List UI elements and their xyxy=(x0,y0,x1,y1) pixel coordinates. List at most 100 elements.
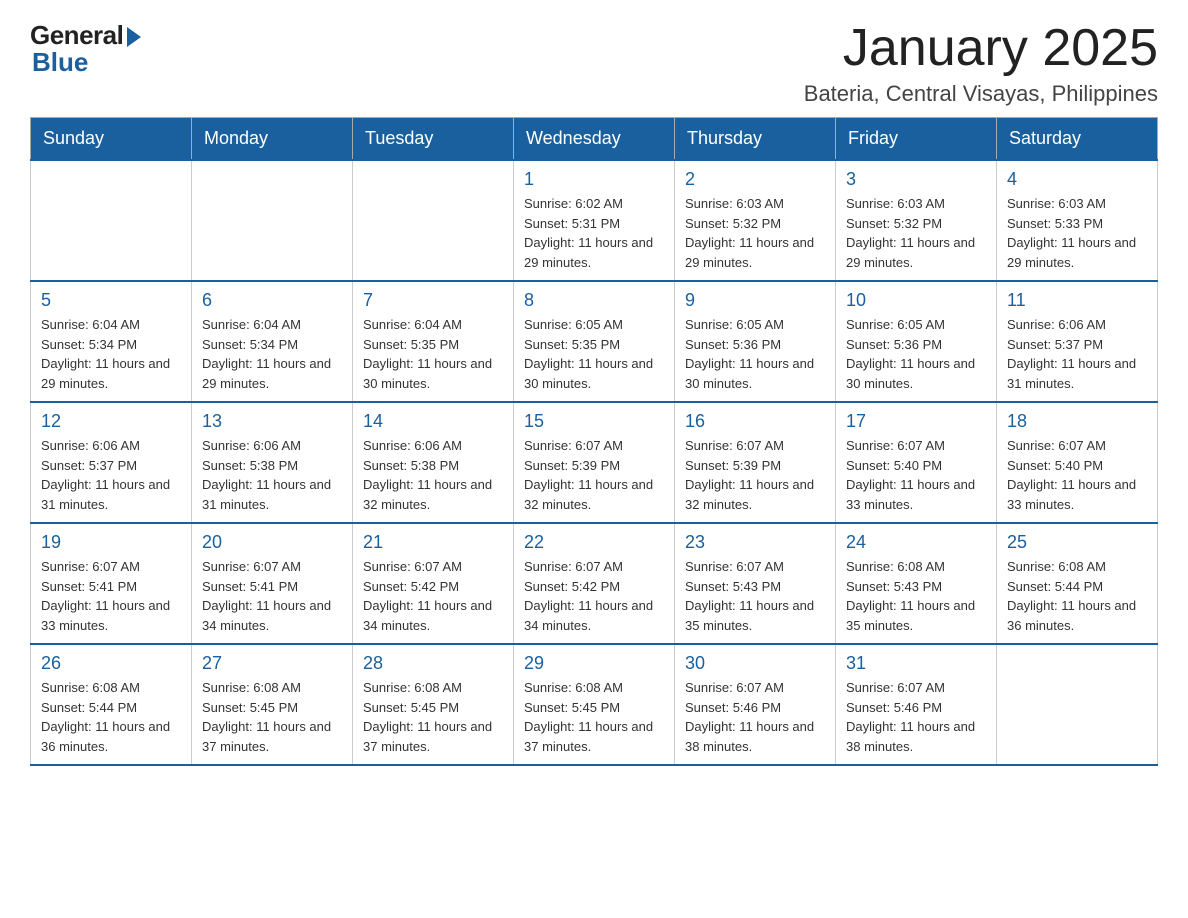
day-info: Sunrise: 6:07 AMSunset: 5:46 PMDaylight:… xyxy=(685,678,825,756)
day-info: Sunrise: 6:03 AMSunset: 5:32 PMDaylight:… xyxy=(846,194,986,272)
day-info: Sunrise: 6:05 AMSunset: 5:35 PMDaylight:… xyxy=(524,315,664,393)
day-number: 8 xyxy=(524,290,664,311)
weekday-header-wednesday: Wednesday xyxy=(514,118,675,161)
calendar-cell: 4 Sunrise: 6:03 AMSunset: 5:33 PMDaylight… xyxy=(997,160,1158,281)
day-info: Sunrise: 6:06 AMSunset: 5:37 PMDaylight:… xyxy=(1007,315,1147,393)
calendar-cell: 3 Sunrise: 6:03 AMSunset: 5:32 PMDaylight… xyxy=(836,160,997,281)
day-info: Sunrise: 6:07 AMSunset: 5:42 PMDaylight:… xyxy=(524,557,664,635)
day-info: Sunrise: 6:07 AMSunset: 5:46 PMDaylight:… xyxy=(846,678,986,756)
calendar-cell xyxy=(192,160,353,281)
day-number: 21 xyxy=(363,532,503,553)
calendar-cell: 22Sunrise: 6:07 AMSunset: 5:42 PMDayligh… xyxy=(514,523,675,644)
day-info: Sunrise: 6:07 AMSunset: 5:39 PMDaylight:… xyxy=(524,436,664,514)
day-info: Sunrise: 6:08 AMSunset: 5:45 PMDaylight:… xyxy=(524,678,664,756)
calendar-week-row: 26Sunrise: 6:08 AMSunset: 5:44 PMDayligh… xyxy=(31,644,1158,765)
day-number: 3 xyxy=(846,169,986,190)
calendar-cell xyxy=(353,160,514,281)
calendar-cell: 13Sunrise: 6:06 AMSunset: 5:38 PMDayligh… xyxy=(192,402,353,523)
day-number: 2 xyxy=(685,169,825,190)
day-number: 24 xyxy=(846,532,986,553)
calendar-cell: 10 Sunrise: 6:05 AMSunset: 5:36 PMDayligh… xyxy=(836,281,997,402)
day-info: Sunrise: 6:07 AMSunset: 5:39 PMDaylight:… xyxy=(685,436,825,514)
day-number: 31 xyxy=(846,653,986,674)
calendar-cell: 6 Sunrise: 6:04 AMSunset: 5:34 PMDaylight… xyxy=(192,281,353,402)
weekday-header-sunday: Sunday xyxy=(31,118,192,161)
day-number: 10 xyxy=(846,290,986,311)
weekday-header-thursday: Thursday xyxy=(675,118,836,161)
calendar-cell: 12 Sunrise: 6:06 AMSunset: 5:37 PMDayligh… xyxy=(31,402,192,523)
day-number: 15 xyxy=(524,411,664,432)
location-title: Bateria, Central Visayas, Philippines xyxy=(804,81,1158,107)
page-header: General Blue January 2025 Bateria, Centr… xyxy=(30,20,1158,107)
calendar-cell: 23Sunrise: 6:07 AMSunset: 5:43 PMDayligh… xyxy=(675,523,836,644)
day-info: Sunrise: 6:06 AMSunset: 5:38 PMDaylight:… xyxy=(363,436,503,514)
day-info: Sunrise: 6:08 AMSunset: 5:45 PMDaylight:… xyxy=(202,678,342,756)
day-number: 11 xyxy=(1007,290,1147,311)
calendar-cell: 2 Sunrise: 6:03 AMSunset: 5:32 PMDaylight… xyxy=(675,160,836,281)
day-number: 1 xyxy=(524,169,664,190)
logo-triangle-icon xyxy=(127,27,141,47)
day-number: 25 xyxy=(1007,532,1147,553)
weekday-header-monday: Monday xyxy=(192,118,353,161)
calendar-cell: 29 Sunrise: 6:08 AMSunset: 5:45 PMDayligh… xyxy=(514,644,675,765)
title-block: January 2025 Bateria, Central Visayas, P… xyxy=(804,20,1158,107)
day-info: Sunrise: 6:07 AMSunset: 5:41 PMDaylight:… xyxy=(41,557,181,635)
logo-blue-text: Blue xyxy=(32,47,88,78)
calendar-week-row: 5 Sunrise: 6:04 AMSunset: 5:34 PMDaylight… xyxy=(31,281,1158,402)
calendar-cell: 20Sunrise: 6:07 AMSunset: 5:41 PMDayligh… xyxy=(192,523,353,644)
calendar-cell: 19 Sunrise: 6:07 AMSunset: 5:41 PMDayligh… xyxy=(31,523,192,644)
calendar-cell: 31 Sunrise: 6:07 AMSunset: 5:46 PMDayligh… xyxy=(836,644,997,765)
calendar-cell: 26Sunrise: 6:08 AMSunset: 5:44 PMDayligh… xyxy=(31,644,192,765)
month-title: January 2025 xyxy=(804,20,1158,77)
day-number: 20 xyxy=(202,532,342,553)
calendar-cell: 5Sunrise: 6:04 AMSunset: 5:34 PMDaylight… xyxy=(31,281,192,402)
day-number: 4 xyxy=(1007,169,1147,190)
day-number: 5 xyxy=(41,290,181,311)
calendar-week-row: 19 Sunrise: 6:07 AMSunset: 5:41 PMDayligh… xyxy=(31,523,1158,644)
calendar-cell: 15 Sunrise: 6:07 AMSunset: 5:39 PMDayligh… xyxy=(514,402,675,523)
calendar-cell: 25 Sunrise: 6:08 AMSunset: 5:44 PMDayligh… xyxy=(997,523,1158,644)
calendar-cell: 1 Sunrise: 6:02 AMSunset: 5:31 PMDaylight… xyxy=(514,160,675,281)
calendar-cell: 7Sunrise: 6:04 AMSunset: 5:35 PMDaylight… xyxy=(353,281,514,402)
day-info: Sunrise: 6:08 AMSunset: 5:43 PMDaylight:… xyxy=(846,557,986,635)
calendar-cell: 30 Sunrise: 6:07 AMSunset: 5:46 PMDayligh… xyxy=(675,644,836,765)
calendar-cell: 18Sunrise: 6:07 AMSunset: 5:40 PMDayligh… xyxy=(997,402,1158,523)
calendar-cell xyxy=(31,160,192,281)
day-info: Sunrise: 6:08 AMSunset: 5:44 PMDaylight:… xyxy=(1007,557,1147,635)
day-number: 29 xyxy=(524,653,664,674)
calendar-cell: 24 Sunrise: 6:08 AMSunset: 5:43 PMDayligh… xyxy=(836,523,997,644)
day-number: 28 xyxy=(363,653,503,674)
day-number: 6 xyxy=(202,290,342,311)
day-info: Sunrise: 6:05 AMSunset: 5:36 PMDaylight:… xyxy=(846,315,986,393)
weekday-header-friday: Friday xyxy=(836,118,997,161)
calendar-week-row: 12 Sunrise: 6:06 AMSunset: 5:37 PMDayligh… xyxy=(31,402,1158,523)
calendar-cell: 28Sunrise: 6:08 AMSunset: 5:45 PMDayligh… xyxy=(353,644,514,765)
calendar-cell: 27Sunrise: 6:08 AMSunset: 5:45 PMDayligh… xyxy=(192,644,353,765)
day-number: 16 xyxy=(685,411,825,432)
day-info: Sunrise: 6:07 AMSunset: 5:40 PMDaylight:… xyxy=(846,436,986,514)
day-info: Sunrise: 6:03 AMSunset: 5:32 PMDaylight:… xyxy=(685,194,825,272)
day-info: Sunrise: 6:08 AMSunset: 5:44 PMDaylight:… xyxy=(41,678,181,756)
calendar-cell xyxy=(997,644,1158,765)
day-info: Sunrise: 6:03 AMSunset: 5:33 PMDaylight:… xyxy=(1007,194,1147,272)
logo: General Blue xyxy=(30,20,141,78)
day-number: 14 xyxy=(363,411,503,432)
weekday-header-saturday: Saturday xyxy=(997,118,1158,161)
day-number: 7 xyxy=(363,290,503,311)
day-number: 12 xyxy=(41,411,181,432)
day-info: Sunrise: 6:05 AMSunset: 5:36 PMDaylight:… xyxy=(685,315,825,393)
day-info: Sunrise: 6:04 AMSunset: 5:34 PMDaylight:… xyxy=(202,315,342,393)
day-number: 30 xyxy=(685,653,825,674)
calendar-cell: 8 Sunrise: 6:05 AMSunset: 5:35 PMDaylight… xyxy=(514,281,675,402)
day-info: Sunrise: 6:06 AMSunset: 5:38 PMDaylight:… xyxy=(202,436,342,514)
calendar-cell: 9Sunrise: 6:05 AMSunset: 5:36 PMDaylight… xyxy=(675,281,836,402)
day-info: Sunrise: 6:02 AMSunset: 5:31 PMDaylight:… xyxy=(524,194,664,272)
day-info: Sunrise: 6:06 AMSunset: 5:37 PMDaylight:… xyxy=(41,436,181,514)
day-number: 18 xyxy=(1007,411,1147,432)
day-number: 19 xyxy=(41,532,181,553)
weekday-header-tuesday: Tuesday xyxy=(353,118,514,161)
calendar-cell: 21Sunrise: 6:07 AMSunset: 5:42 PMDayligh… xyxy=(353,523,514,644)
calendar-cell: 11 Sunrise: 6:06 AMSunset: 5:37 PMDayligh… xyxy=(997,281,1158,402)
calendar-cell: 16 Sunrise: 6:07 AMSunset: 5:39 PMDayligh… xyxy=(675,402,836,523)
calendar-cell: 14 Sunrise: 6:06 AMSunset: 5:38 PMDayligh… xyxy=(353,402,514,523)
